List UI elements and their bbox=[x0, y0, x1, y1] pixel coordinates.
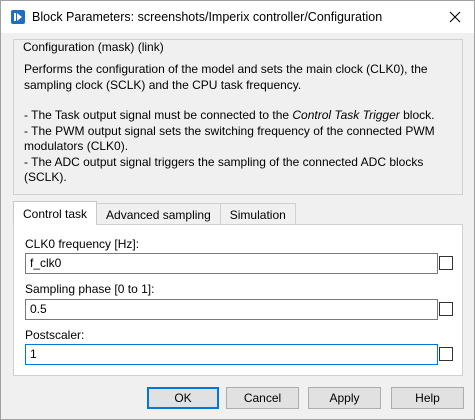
sampling-phase-checkbox[interactable] bbox=[439, 302, 453, 316]
description-text: Performs the configuration of the model … bbox=[24, 62, 454, 186]
postscaler-checkbox[interactable] bbox=[439, 347, 453, 361]
postscaler-label: Postscaler: bbox=[25, 328, 85, 342]
simulink-block-icon bbox=[11, 10, 25, 24]
clk0-frequency-label: CLK0 frequency [Hz]: bbox=[25, 237, 140, 251]
block-parameters-dialog: Block Parameters: screenshots/Imperix co… bbox=[0, 0, 475, 420]
control-task-trigger-ref: Control Task Trigger bbox=[292, 108, 400, 122]
description-group-title: Configuration (mask) (link) bbox=[21, 40, 166, 54]
sampling-phase-label: Sampling phase [0 to 1]: bbox=[25, 282, 155, 296]
tab-simulation[interactable]: Simulation bbox=[219, 203, 296, 225]
description-adc-line: - The ADC output signal triggers the sam… bbox=[24, 154, 424, 185]
apply-button[interactable]: Apply bbox=[308, 387, 381, 409]
clk0-frequency-checkbox[interactable] bbox=[439, 256, 453, 270]
tab-control-task[interactable]: Control task bbox=[13, 201, 98, 225]
help-button[interactable]: Help bbox=[391, 387, 464, 409]
window-title: Block Parameters: screenshots/Imperix co… bbox=[32, 10, 383, 24]
tab-advanced-sampling[interactable]: Advanced sampling bbox=[96, 203, 221, 225]
description-group: Configuration (mask) (link) Performs the… bbox=[13, 39, 463, 195]
description-task-line: - The Task output signal must be connect… bbox=[24, 108, 435, 122]
ok-button[interactable]: OK bbox=[147, 387, 219, 409]
title-bar[interactable]: Block Parameters: screenshots/Imperix co… bbox=[1, 1, 474, 33]
close-icon[interactable] bbox=[444, 7, 466, 27]
description-paragraph: Performs the configuration of the model … bbox=[24, 62, 428, 92]
sampling-phase-field[interactable]: 0.5 bbox=[25, 299, 438, 320]
description-pwm-line: - The PWM output signal sets the switchi… bbox=[24, 123, 435, 154]
postscaler-field[interactable]: 1 bbox=[25, 344, 438, 365]
cancel-button[interactable]: Cancel bbox=[226, 387, 299, 409]
clk0-frequency-field[interactable]: f_clk0 bbox=[25, 253, 438, 274]
tab-panel-control-task: CLK0 frequency [Hz]: f_clk0 Sampling pha… bbox=[13, 224, 463, 376]
tab-bar: Control task Advanced sampling Simulatio… bbox=[13, 201, 296, 225]
